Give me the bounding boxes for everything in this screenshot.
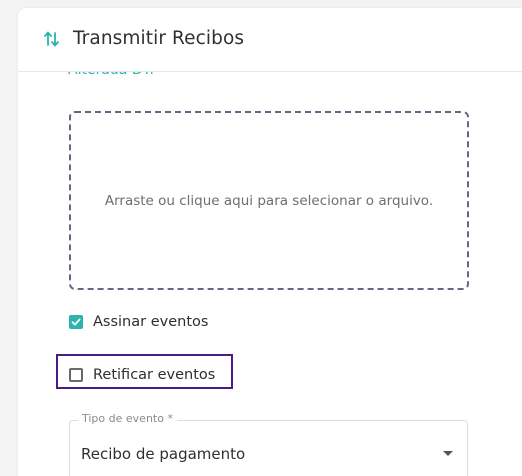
event-type-select[interactable]: Tipo de evento * Recibo de pagamento: [69, 412, 468, 476]
swap-vertical-icon: [44, 30, 60, 48]
sign-events-label: Assinar eventos: [93, 314, 209, 330]
dropzone-text: Arraste ou clique aqui para selecionar o…: [104, 193, 434, 209]
dialog-header: Transmitir Recibos: [18, 8, 522, 72]
rectify-events-option[interactable]: Retificar eventos: [69, 367, 215, 383]
caret-down-icon: [443, 451, 453, 456]
dialog-title: Transmitir Recibos: [73, 28, 245, 49]
event-type-label: Tipo de evento *: [78, 412, 177, 425]
event-type-value: Recibo de pagamento: [81, 445, 246, 463]
file-dropzone[interactable]: Arraste ou clique aqui para selecionar o…: [69, 111, 469, 290]
sign-events-checkbox[interactable]: [69, 315, 83, 329]
rectify-events-checkbox[interactable]: [69, 368, 83, 382]
checkmark-icon: [71, 318, 81, 326]
sign-events-option[interactable]: Assinar eventos: [69, 314, 208, 330]
rectify-events-label: Retificar eventos: [93, 367, 216, 383]
transmit-dialog: Transmitir Recibos Alterada DT. Arraste …: [18, 8, 522, 476]
